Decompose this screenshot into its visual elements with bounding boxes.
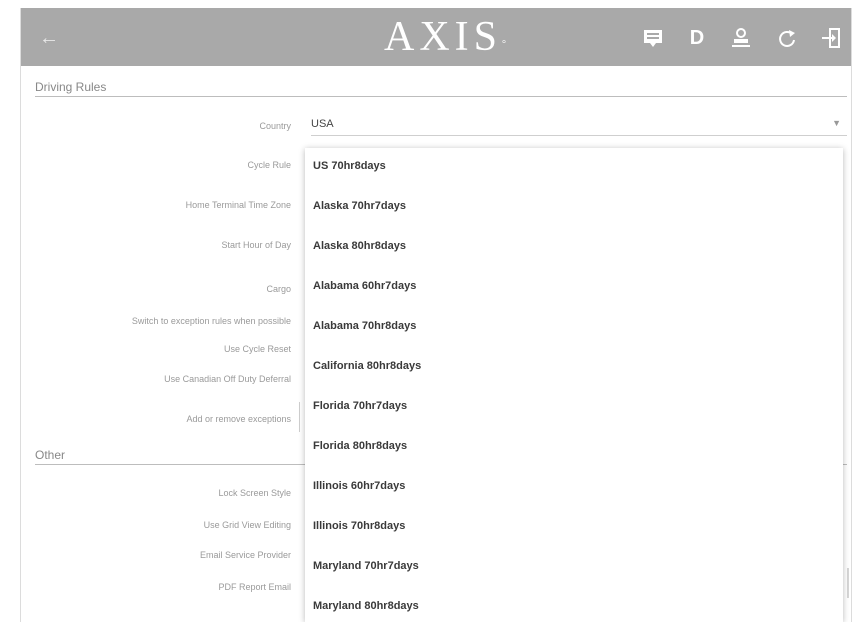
country-select[interactable]: USA ▼ [311,112,847,136]
use-canadian-off-duty-label: Use Canadian Off Duty Deferral [164,374,291,384]
add-remove-exceptions-label: Add or remove exceptions [186,414,291,424]
dropdown-option[interactable]: Maryland 80hr8days [305,588,843,622]
home-terminal-time-zone-label: Home Terminal Time Zone [185,200,291,210]
app-window: ← AXIS° D Driving Rules Country USA ▼ Cy… [20,8,852,622]
section-title-driving-rules: Driving Rules [35,80,107,94]
use-grid-view-editing-label: Use Grid View Editing [203,520,291,530]
email-service-provider-label: Email Service Provider [199,550,291,560]
country-value: USA [311,118,334,130]
dropdown-option[interactable]: Florida 80hr8days [305,428,843,468]
exceptions-field-edge [299,402,303,432]
dropdown-option[interactable]: US 70hr8days [305,148,843,188]
user-monitor-icon[interactable] [727,24,755,52]
dropdown-option[interactable]: Florida 70hr7days [305,388,843,428]
start-hour-of-day-label: Start Hour of Day [221,240,291,250]
axis-logo: AXIS° [383,14,506,60]
dropdown-option[interactable]: Illinois 60hr7days [305,468,843,508]
dropdown-option[interactable]: California 80hr8days [305,348,843,388]
logout-icon[interactable] [817,24,845,52]
dropdown-option[interactable]: Alabama 60hr7days [305,268,843,308]
use-cycle-reset-label: Use Cycle Reset [223,344,291,354]
cycle-rule-dropdown: US 70hr8days Alaska 70hr7days Alaska 80h… [305,148,843,622]
cargo-label: Cargo [266,284,291,294]
dropdown-option[interactable]: Alaska 70hr7days [305,188,843,228]
dropdown-option[interactable]: Alabama 70hr8days [305,308,843,348]
section-title-other: Other [35,448,66,462]
dropdown-option[interactable]: Maryland 70hr7days [305,548,843,588]
refresh-icon[interactable] [773,24,801,52]
pdf-report-email-label: PDF Report Email [218,582,291,592]
switch-exception-label: Switch to exception rules when possible [131,316,291,326]
dropdown-option[interactable]: Illinois 70hr8days [305,508,843,548]
dropdown-option[interactable]: Alaska 80hr8days [305,228,843,268]
back-arrow-icon[interactable]: ← [37,26,61,50]
chevron-down-icon: ▼ [832,118,841,128]
message-icon[interactable] [639,24,667,52]
cycle-rule-label: Cycle Rule [247,160,291,170]
lock-screen-style-label: Lock Screen Style [218,488,291,498]
driver-d-icon[interactable]: D [683,24,711,52]
section-divider [35,96,847,97]
scrollbar[interactable] [847,568,849,598]
top-bar: ← AXIS° D [21,8,851,66]
country-label: Country [259,121,291,131]
